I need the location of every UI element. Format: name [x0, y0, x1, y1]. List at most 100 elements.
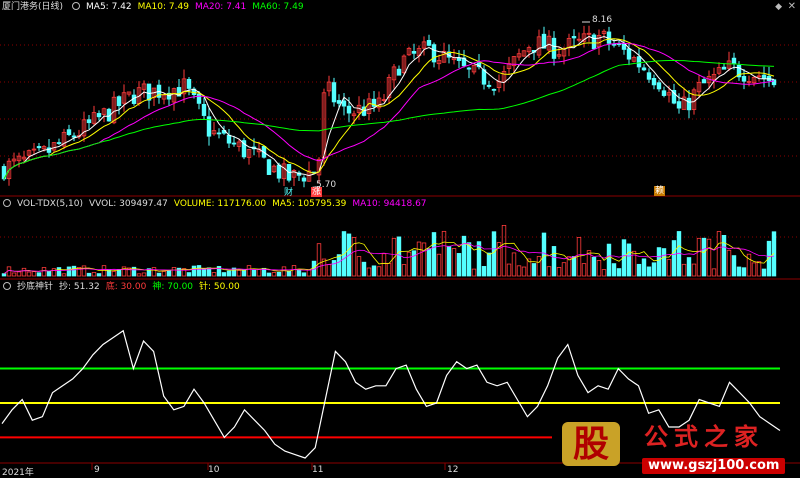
- volume-bar: [646, 266, 652, 277]
- volume-bar: [596, 259, 602, 277]
- volume-bar: [736, 266, 742, 277]
- volume-bar: [316, 243, 322, 277]
- candle-body: [426, 40, 432, 46]
- candle-body: [231, 142, 237, 145]
- volume-bar: [696, 237, 702, 277]
- marker-cai: 财: [284, 188, 294, 198]
- volume-bar: [81, 265, 87, 277]
- volume-settings-dot-icon[interactable]: [3, 199, 11, 207]
- volume-bar: [431, 232, 437, 277]
- volume-bar: [686, 257, 692, 277]
- x-axis-label: 12: [447, 465, 459, 475]
- volume-bar: [381, 253, 387, 277]
- candle-body: [396, 68, 402, 76]
- close-panel-icon[interactable]: ✕: [788, 1, 796, 13]
- di-value: 底: 30.00: [105, 282, 147, 292]
- candle-body: [36, 146, 42, 149]
- settings-dot-icon[interactable]: [72, 2, 81, 10]
- volume-bar: [396, 236, 402, 277]
- volume-bar: [506, 263, 512, 277]
- ma60-value: MA60: 7.49: [252, 2, 304, 12]
- volume-bar: [276, 271, 282, 277]
- indicator-panel-header: 抄底神针 抄: 51.32 底: 30.00 神: 70.00 针: 50.00: [0, 281, 246, 293]
- volume-bar: [481, 266, 487, 277]
- volume-bar: [236, 269, 242, 277]
- volume-bar: [671, 240, 677, 277]
- volume-bar: [26, 271, 32, 277]
- marker-fu: 赖: [654, 186, 666, 196]
- candle-body: [741, 76, 747, 82]
- shen-value: 神: 70.00: [152, 282, 194, 292]
- volume-bar: [371, 265, 377, 277]
- volume-bar: [521, 266, 527, 277]
- volume-bar: [551, 246, 557, 277]
- volume-bar: [166, 270, 172, 277]
- volume-bar: [461, 235, 467, 277]
- volume-bar: [251, 269, 257, 277]
- x-axis-label: 11: [312, 465, 324, 475]
- volume-bar: [601, 269, 607, 277]
- volume-title: VOL-TDX(5,10): [17, 199, 84, 209]
- marker-zhang: 涨: [311, 187, 323, 197]
- candle-body: [431, 44, 437, 63]
- candle-body: [661, 90, 667, 96]
- volume-bar: [376, 266, 382, 277]
- volume-bar: [301, 272, 307, 277]
- volume-bar: [516, 265, 522, 277]
- volume-bar: [591, 256, 597, 277]
- candle-body: [656, 82, 662, 90]
- volume-bar: [201, 268, 207, 277]
- volume-bar: [256, 268, 262, 277]
- candle-body: [266, 159, 272, 175]
- volume-bar: [416, 241, 422, 277]
- volume-bar: [11, 272, 17, 277]
- volume-bar: [266, 272, 272, 277]
- volume-bar: [1, 273, 7, 277]
- volume-bar: [571, 256, 577, 277]
- panel-scroll-arrows[interactable]: ◆: [775, 1, 782, 13]
- volume-bar: [41, 267, 47, 277]
- volume-bar: [61, 273, 67, 277]
- high-price-label: 8.16: [592, 15, 613, 25]
- stock-title: 厦门港务(日线): [2, 2, 64, 12]
- ma10-value: MA10: 7.49: [137, 2, 189, 12]
- candle-body: [411, 51, 417, 54]
- volume-bar: [746, 253, 752, 277]
- candle-body: [721, 66, 727, 70]
- volume-bar: [436, 253, 442, 277]
- candle-body: [731, 57, 737, 65]
- candle-body: [491, 88, 497, 91]
- volume-bar: [771, 231, 777, 277]
- volume-bar: [761, 268, 767, 277]
- candle-body: [626, 48, 632, 60]
- volume-bar: [176, 267, 182, 277]
- volume-bar: [411, 250, 417, 277]
- vvol-value: VVOL: 309497.47: [89, 199, 168, 209]
- candle-body: [641, 67, 647, 71]
- candle-body: [116, 96, 122, 107]
- volume-bar: [421, 242, 427, 277]
- volume-bar: [611, 263, 617, 277]
- volume-bar: [606, 243, 612, 277]
- candle-body: [636, 56, 642, 68]
- watermark-name: 公式之家: [644, 423, 764, 451]
- volume-bar: [196, 265, 202, 277]
- volume-bar: [336, 254, 342, 277]
- volume-bar: [451, 248, 457, 277]
- volume-bar: [661, 248, 667, 277]
- volume-bar: [121, 266, 127, 277]
- watermark: 股 公式之家 www.gszj100.com: [556, 420, 800, 478]
- volume-bar: [306, 269, 312, 277]
- volume-bar: [386, 262, 392, 277]
- volume-bar: [716, 231, 722, 277]
- indicator-settings-dot-icon[interactable]: [3, 282, 11, 290]
- candle-body: [86, 119, 92, 124]
- volume-value: VOLUME: 117176.00: [173, 199, 267, 209]
- volume-bar: [441, 230, 447, 277]
- volume-bar: [616, 268, 622, 277]
- volume-bar: [221, 272, 227, 277]
- volume-bar: [531, 263, 537, 277]
- volume-bar: [91, 271, 97, 277]
- volume-bar: [406, 251, 412, 277]
- volume-bar: [186, 272, 192, 277]
